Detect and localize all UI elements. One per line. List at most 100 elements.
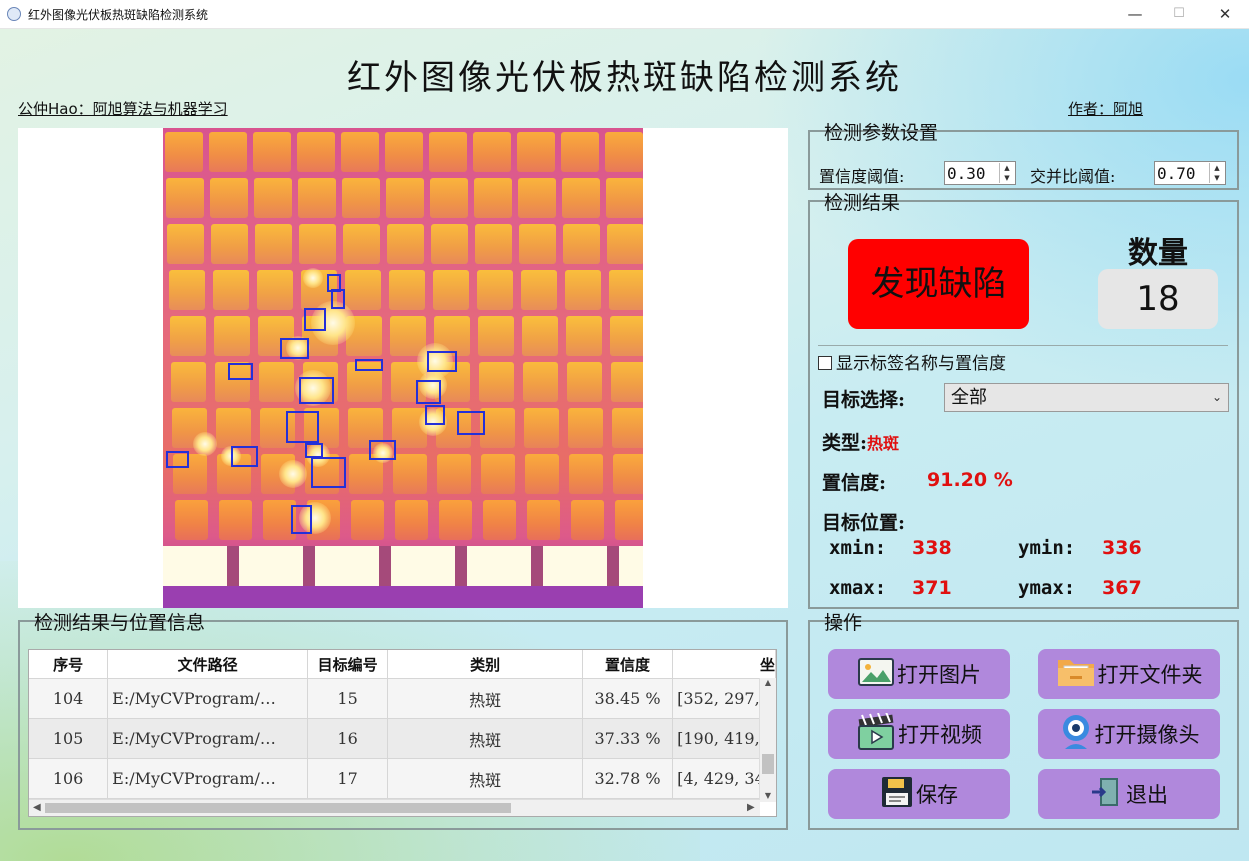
detection-box[interactable] xyxy=(457,411,485,435)
save-button[interactable]: 保存 xyxy=(828,769,1010,819)
panel-cell xyxy=(523,362,559,402)
panel-cell xyxy=(607,224,643,264)
result-table[interactable]: 序号 文件路径 目标编号 类别 置信度 坐 104 E:/MyCVProgram… xyxy=(28,649,777,817)
confidence-value: 91.20 % xyxy=(927,469,1013,491)
detection-box[interactable] xyxy=(231,446,258,467)
panel-cell xyxy=(387,224,425,264)
detection-box[interactable] xyxy=(416,380,441,404)
panel-cell xyxy=(342,178,380,218)
table-header-row: 序号 文件路径 目标编号 类别 置信度 坐 xyxy=(29,650,776,679)
show-label-checkbox-row[interactable]: 显示标签名称与置信度 xyxy=(818,349,1006,374)
panel-cell xyxy=(299,224,337,264)
scroll-up-icon[interactable]: ▲ xyxy=(760,678,776,687)
detection-box[interactable] xyxy=(425,405,445,425)
detection-box[interactable] xyxy=(291,505,312,534)
spin-up-icon[interactable]: ▲ xyxy=(1000,163,1014,173)
cell-class: 热斑 xyxy=(387,758,583,799)
cell-index: 104 xyxy=(29,678,109,719)
cell-index: 105 xyxy=(29,718,109,759)
spin-down-icon[interactable]: ▼ xyxy=(1000,173,1014,183)
close-button[interactable]: ✕ xyxy=(1202,0,1248,28)
conf-threshold-input[interactable] xyxy=(947,163,997,183)
param-group-title: 检测参数设置 xyxy=(824,122,939,144)
scroll-left-icon[interactable]: ◀ xyxy=(33,800,41,816)
vertical-scroll-thumb[interactable] xyxy=(762,754,774,774)
conf-threshold-spinbox[interactable]: ▲▼ xyxy=(944,161,1016,185)
panel-cell xyxy=(167,224,205,264)
panel-cell xyxy=(570,500,605,540)
detection-box[interactable] xyxy=(355,359,383,371)
panel-cell xyxy=(211,224,249,264)
panel-cell xyxy=(521,316,558,356)
cell-confidence: 37.33 % xyxy=(582,718,674,759)
conf-threshold-arrows[interactable]: ▲ ▼ xyxy=(999,163,1014,183)
cell-index: 106 xyxy=(29,758,109,799)
col-header-path[interactable]: 文件路径 xyxy=(107,650,308,679)
table-row[interactable]: 105 E:/MyCVProgram/… 16 热斑 37.33 % [190,… xyxy=(29,718,776,759)
hotspot xyxy=(193,432,217,456)
detection-box[interactable] xyxy=(228,363,253,380)
target-select-value: 全部 xyxy=(951,387,987,408)
panel-cell xyxy=(482,500,517,540)
iou-threshold-input[interactable] xyxy=(1157,163,1207,183)
panel-cell xyxy=(168,270,205,310)
detection-box[interactable] xyxy=(286,411,319,443)
iou-threshold-arrows[interactable]: ▲ ▼ xyxy=(1209,163,1224,183)
maximize-button[interactable]: ☐ xyxy=(1156,0,1202,28)
panel-cell xyxy=(525,454,560,494)
open-camera-button[interactable]: 打开摄像头 xyxy=(1038,709,1220,759)
panel-cell xyxy=(613,454,643,494)
spin-down-icon[interactable]: ▼ xyxy=(1210,173,1224,183)
open-image-button[interactable]: 打开图片 xyxy=(828,649,1010,699)
col-header-target-id[interactable]: 目标编号 xyxy=(307,650,389,679)
panel-cell xyxy=(393,454,428,494)
col-header-confidence[interactable]: 置信度 xyxy=(582,650,674,679)
panel-cell xyxy=(477,316,514,356)
horizontal-scroll-thumb[interactable] xyxy=(45,803,511,813)
panel-cell xyxy=(386,178,424,218)
detection-box[interactable] xyxy=(427,351,457,372)
target-select-combobox[interactable]: 全部 ⌄ xyxy=(944,383,1229,412)
detection-box[interactable] xyxy=(304,308,326,331)
count-value: 18 xyxy=(1098,269,1218,329)
panel-cell xyxy=(432,270,469,310)
chevron-down-icon[interactable]: ⌄ xyxy=(1212,384,1222,411)
scroll-down-icon[interactable]: ▼ xyxy=(760,791,776,800)
divider xyxy=(818,345,1228,346)
panel-cell xyxy=(562,178,600,218)
show-label-checkbox[interactable] xyxy=(818,355,832,370)
exit-button[interactable]: 退出 xyxy=(1038,769,1220,819)
detection-box[interactable] xyxy=(280,338,309,359)
table-vertical-scrollbar[interactable]: ▲ ▼ xyxy=(759,678,776,802)
target-select-label: 目标选择: xyxy=(822,389,906,411)
open-video-button[interactable]: 打开视频 xyxy=(828,709,1010,759)
panel-cell xyxy=(611,362,643,402)
detection-box[interactable] xyxy=(299,377,334,404)
panel-cell xyxy=(213,316,250,356)
author-link[interactable]: 作者：阿旭 xyxy=(1068,98,1143,119)
panel-cell xyxy=(568,408,603,448)
scroll-right-icon[interactable]: ▶ xyxy=(747,800,755,816)
detection-box[interactable] xyxy=(331,289,345,309)
hotspot xyxy=(303,268,323,288)
minimize-button[interactable]: — xyxy=(1112,0,1158,28)
col-header-index[interactable]: 序号 xyxy=(29,650,109,679)
col-header-class[interactable]: 类别 xyxy=(387,650,583,679)
iou-threshold-label: 交并比阈值: xyxy=(1030,167,1116,186)
table-horizontal-scrollbar[interactable]: ◀ ▶ xyxy=(29,799,760,816)
spin-up-icon[interactable]: ▲ xyxy=(1210,163,1224,173)
open-folder-button[interactable]: 打开文件夹 xyxy=(1038,649,1220,699)
col-header-coords[interactable]: 坐 xyxy=(672,650,776,679)
iou-threshold-spinbox[interactable]: ▲▼ xyxy=(1154,161,1226,185)
panel-cell xyxy=(614,500,643,540)
detection-box[interactable] xyxy=(166,451,189,468)
wechat-link[interactable]: 公仲Hao：阿旭算法与机器学习 xyxy=(18,98,228,119)
detection-box[interactable] xyxy=(369,440,396,460)
cell-class: 热斑 xyxy=(387,718,583,759)
type-label: 类型:热斑 xyxy=(822,428,899,455)
table-row[interactable]: 104 E:/MyCVProgram/… 15 热斑 38.45 % [352,… xyxy=(29,678,776,719)
detection-box[interactable] xyxy=(311,457,346,488)
table-row[interactable]: 106 E:/MyCVProgram/… 17 热斑 32.78 % [4, 4… xyxy=(29,758,776,799)
panel-cell xyxy=(210,178,248,218)
detection-box[interactable] xyxy=(305,443,323,458)
